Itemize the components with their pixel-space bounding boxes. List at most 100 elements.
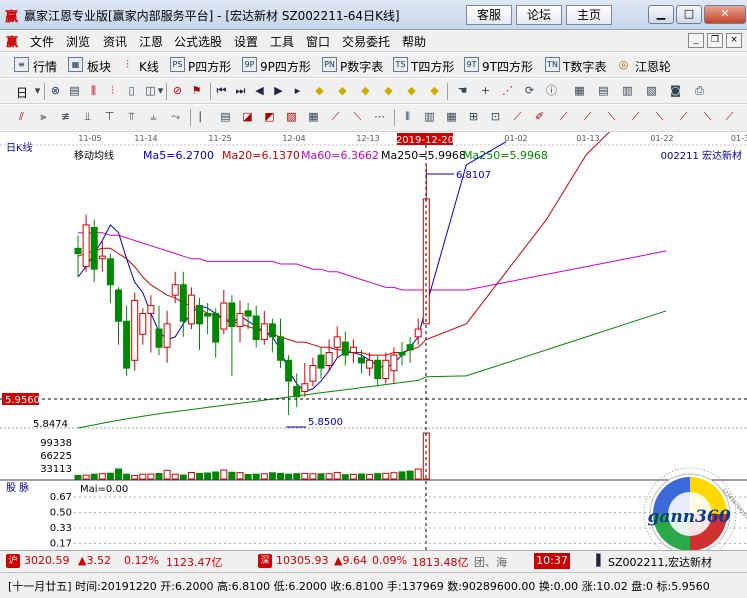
prev-icon[interactable]: ◀ <box>252 84 267 98</box>
hand-icon[interactable]: ☚ <box>455 84 470 98</box>
menu-formula[interactable]: 公式选股 <box>174 33 222 50</box>
draw-tool-7-icon[interactable]: ⫨ <box>146 110 161 124</box>
t-number-icon[interactable]: TN <box>545 57 560 72</box>
dropdown-icon[interactable]: ▾ <box>30 84 45 98</box>
calc-icon[interactable]: ▦ <box>572 84 587 98</box>
mdi-close-icon[interactable]: × <box>726 33 742 48</box>
report-icon[interactable]: ▥ <box>620 84 635 98</box>
draw-tool-16-icon[interactable]: ⟍ <box>350 110 365 124</box>
zoom-5-icon[interactable]: ◆ <box>404 84 419 98</box>
kline-small-icon[interactable]: ⫶ <box>105 84 120 98</box>
draw-tool-19-icon[interactable]: ▥ <box>422 110 437 124</box>
flag-icon[interactable]: ⚑ <box>189 84 204 98</box>
menu-tools[interactable]: 工具 <box>270 33 294 50</box>
draw-tool-20-icon[interactable]: ▦ <box>444 110 459 124</box>
doc-icon[interactable]: ▧ <box>644 84 659 98</box>
menu-window[interactable]: 窗口 <box>306 33 330 50</box>
next-icon[interactable]: ▶ <box>271 84 286 98</box>
draw-tool-30-icon[interactable]: ⟋ <box>676 110 691 124</box>
draw-tool-3-icon[interactable]: ≢ <box>58 110 73 124</box>
sector-icon[interactable]: ▦ <box>68 57 83 72</box>
draw-tool-17-icon[interactable]: ⋯ <box>372 110 387 124</box>
toolbar-p-number[interactable]: P数字表 <box>340 58 383 75</box>
toolbar-9p-square[interactable]: 9P四方形 <box>260 58 311 75</box>
draw-tool-27-icon[interactable]: ⟍ <box>604 110 619 124</box>
draw-tool-25-icon[interactable]: ⟋ <box>556 110 571 124</box>
draw-tool-8-icon[interactable]: ⤳ <box>168 110 183 124</box>
draw-tool-31-icon[interactable]: ⟍ <box>700 110 715 124</box>
zoom-2-icon[interactable]: ◆ <box>335 84 350 98</box>
toolbar-gann-wheel[interactable]: 江恩轮 <box>635 58 671 75</box>
t-square-icon[interactable]: TS <box>393 57 408 72</box>
draw-tool-13-icon[interactable]: ▨ <box>284 110 299 124</box>
menu-browse[interactable]: 浏览 <box>66 33 90 50</box>
sz-index-value[interactable]: 10305.93 <box>276 554 329 567</box>
draw-tool-12-icon[interactable]: ◩ <box>262 110 277 124</box>
draw-tool-23-icon[interactable]: ⟋ <box>510 110 525 124</box>
kline-icon[interactable]: ⫶ <box>120 58 135 72</box>
draw-tool-26-icon[interactable]: ⟋ <box>580 110 595 124</box>
toolbar-sector[interactable]: 板块 <box>87 58 111 75</box>
p-number-icon[interactable]: PN <box>322 57 337 72</box>
draw-tool-24-icon[interactable]: ✐ <box>532 110 547 124</box>
kline-chart-svg[interactable]: 11-05 11-14 11-25 12-04 12-13 01-02 01-13 01-22… <box>0 115 747 565</box>
close-icon[interactable]: ✕ <box>704 5 746 24</box>
draw-tool-6-icon[interactable]: ⫪ <box>124 110 139 124</box>
draw-tool-28-icon[interactable]: ⟋ <box>628 110 643 124</box>
toolbar-t-square[interactable]: T四方形 <box>411 58 454 75</box>
toolbar-p-square[interactable]: P四方形 <box>188 58 231 75</box>
9p-square-icon[interactable]: 9P <box>242 57 257 72</box>
toolbar-quote[interactable]: 行情 <box>33 58 57 75</box>
table-icon[interactable]: ▤ <box>596 84 611 98</box>
draw-tool-5-icon[interactable]: ⊤ <box>102 110 117 124</box>
play-icon[interactable]: ▸ <box>290 84 305 98</box>
bars-icon[interactable]: ⫼ <box>86 84 101 98</box>
menu-settings[interactable]: 设置 <box>234 33 258 50</box>
toolbar-9t-square[interactable]: 9T四方形 <box>482 58 533 75</box>
menu-trade[interactable]: 交易委托 <box>342 33 390 50</box>
maximize-icon[interactable]: □ <box>676 5 702 24</box>
print-icon[interactable]: ⎙ <box>692 84 707 98</box>
toolbar-t-number[interactable]: T数字表 <box>563 58 606 75</box>
p-square-icon[interactable]: PS <box>170 57 185 72</box>
draw-tool-22-icon[interactable]: ⊡ <box>488 110 503 124</box>
info-icon[interactable]: ⓘ <box>544 84 559 98</box>
toolbar-kline[interactable]: K线 <box>139 58 159 75</box>
draw-tool-32-icon[interactable]: ⟋ <box>722 110 737 124</box>
zoom-1-icon[interactable]: ◆ <box>312 84 327 98</box>
link-icon[interactable]: ⊗ <box>48 84 63 98</box>
trend-icon[interactable]: ⋰ <box>500 84 515 98</box>
draw-tool-29-icon[interactable]: ⟍ <box>652 110 667 124</box>
forum-button[interactable]: 论坛 <box>516 5 562 25</box>
cancel-draw-icon[interactable]: ⊘ <box>170 84 185 98</box>
draw-tool-4-icon[interactable]: ⫫ <box>80 110 95 124</box>
sh-index-value[interactable]: 3020.59 <box>24 554 70 567</box>
menu-file[interactable]: 文件 <box>30 33 54 50</box>
homepage-button[interactable]: 主页 <box>566 5 612 25</box>
draw-tool-1-icon[interactable]: ⫽ <box>14 110 29 124</box>
candle-icon[interactable]: ▯ <box>124 84 139 98</box>
chart-area[interactable]: 11-05 11-14 11-25 12-04 12-13 01-02 01-13 01-22… <box>0 115 747 565</box>
draw-tool-21-icon[interactable]: ⊞ <box>466 110 481 124</box>
period-select[interactable]: 日 <box>16 84 28 101</box>
draw-tool-15-icon[interactable]: ⟋ <box>328 110 343 124</box>
refresh-icon[interactable]: ⟳ <box>522 84 537 98</box>
crosshair-icon[interactable]: + <box>478 84 493 98</box>
draw-tool-11-icon[interactable]: ◪ <box>240 110 255 124</box>
minimize-icon[interactable]: ▁ <box>648 5 674 24</box>
current-stock[interactable]: SZ002211,宏达新材 <box>608 554 712 570</box>
draw-tool-10-icon[interactable]: ▤ <box>218 110 233 124</box>
last-icon[interactable]: ⏭ <box>233 84 248 98</box>
draw-tool-2-icon[interactable]: ⫸ <box>36 110 51 124</box>
first-icon[interactable]: ⏮ <box>214 84 229 98</box>
mdi-minimize-icon[interactable]: _ <box>688 33 704 48</box>
menu-news[interactable]: 资讯 <box>103 33 127 50</box>
draw-tool-9-icon[interactable]: ⎸ <box>198 110 213 124</box>
zoom-6-icon[interactable]: ◆ <box>427 84 442 98</box>
gann-wheel-icon[interactable]: ◎ <box>616 58 631 72</box>
menu-gann[interactable]: 江恩 <box>139 33 163 50</box>
draw-tool-18-icon[interactable]: ⫴ <box>400 110 415 124</box>
customer-service-button[interactable]: 客服 <box>466 5 512 25</box>
quote-icon[interactable]: ≡ <box>14 57 29 72</box>
mdi-restore-icon[interactable]: ❐ <box>707 33 723 48</box>
